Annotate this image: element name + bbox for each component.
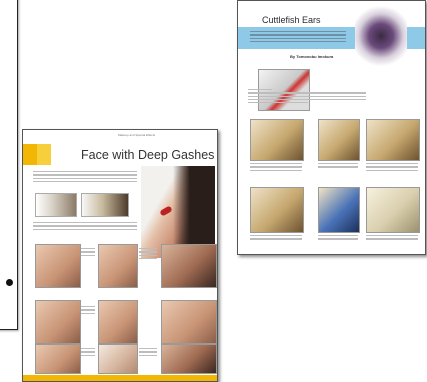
step-caption-5 bbox=[318, 235, 358, 242]
step-photo-5 bbox=[318, 187, 360, 233]
step-photo-4 bbox=[250, 187, 304, 233]
step-photo-6 bbox=[161, 300, 217, 344]
step-photo-3 bbox=[161, 244, 217, 288]
step-photo-8 bbox=[98, 344, 138, 374]
step-caption-1 bbox=[81, 248, 95, 258]
step-caption-2 bbox=[139, 248, 157, 261]
tools-photo bbox=[81, 193, 129, 217]
step-caption-5 bbox=[139, 348, 157, 358]
step-caption-2 bbox=[318, 163, 358, 170]
step-photo-2 bbox=[98, 244, 138, 288]
materials-photo bbox=[35, 193, 77, 217]
step-photo-9 bbox=[161, 344, 217, 374]
page-header: Makeup and Special Effects bbox=[118, 133, 156, 137]
step-photo-4 bbox=[35, 300, 81, 344]
page-title: Face with Deep Gashes bbox=[81, 148, 215, 162]
step-caption-4 bbox=[250, 235, 302, 242]
step-photo-5 bbox=[98, 300, 138, 344]
step-caption-3 bbox=[81, 306, 95, 316]
bottom-accent-bar bbox=[23, 375, 217, 381]
cuttlefish-ears-photo bbox=[355, 5, 407, 67]
step-photo-7 bbox=[35, 344, 81, 374]
author-credit: By Tomonobu Imokura bbox=[290, 54, 334, 59]
intro-text bbox=[250, 31, 346, 44]
step-photo-1 bbox=[35, 244, 81, 288]
book-page-cuttlefish-ears: Cuttlefish Ears By Tomonobu Imokura bbox=[237, 0, 426, 255]
intro-text bbox=[33, 171, 137, 184]
materials-text bbox=[33, 222, 137, 232]
step-caption-1 bbox=[250, 163, 302, 173]
page-title: Cuttlefish Ears bbox=[262, 15, 321, 25]
bullet-dot bbox=[6, 279, 13, 286]
step-photo-2 bbox=[318, 119, 360, 161]
step-photo-6 bbox=[366, 187, 420, 233]
accent-block-light bbox=[37, 144, 51, 165]
materials-text bbox=[248, 89, 366, 105]
step-photo-1 bbox=[250, 119, 304, 161]
step-caption-6 bbox=[366, 235, 418, 242]
step-caption-3 bbox=[366, 163, 418, 173]
step-caption-4 bbox=[81, 348, 95, 358]
book-page-face-with-deep-gashes: Makeup and Special Effects Face with Dee… bbox=[22, 129, 218, 382]
accent-block bbox=[23, 144, 37, 165]
step-photo-3 bbox=[366, 119, 420, 161]
